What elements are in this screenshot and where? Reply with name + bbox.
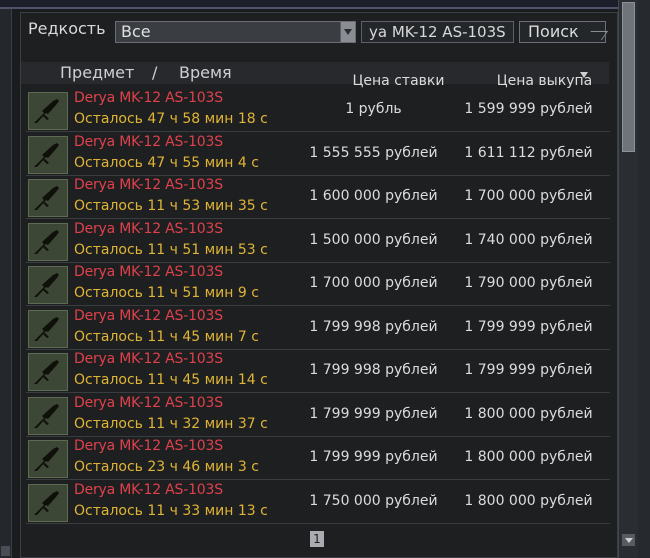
column-buyout-price[interactable]: Цена выкупа bbox=[467, 73, 622, 89]
table-header: Предмет / Время Цена ставки Цена выкупа bbox=[21, 62, 609, 89]
buyout-price: 1 799 999 рублей bbox=[464, 362, 593, 378]
buyout-price: 1 740 000 рублей bbox=[464, 231, 593, 248]
item-name[interactable]: Derya MK-12 AS-103S bbox=[74, 177, 223, 193]
time-remaining: Осталось 11 ч 51 мин 53 с bbox=[74, 241, 268, 258]
buyout-price: 1 800 000 рублей bbox=[464, 449, 593, 465]
rarity-select[interactable]: Все bbox=[115, 21, 356, 43]
time-remaining: Осталось 47 ч 55 мин 4 с bbox=[74, 154, 259, 171]
table-row[interactable]: Derya MK-12 AS-103S Осталось 47 ч 55 мин … bbox=[26, 134, 610, 176]
item-name[interactable]: Derya MK-12 AS-103S bbox=[74, 482, 223, 498]
buyout-price: 1 599 999 рублей bbox=[464, 101, 593, 117]
scrollbar-thumb[interactable] bbox=[622, 2, 635, 152]
time-remaining: Осталось 11 ч 51 мин 9 с bbox=[74, 285, 259, 301]
item-name[interactable]: Derya MK-12 AS-103S bbox=[74, 90, 223, 106]
time-remaining: Осталось 11 ч 45 мин 7 с bbox=[74, 328, 259, 345]
buyout-price: 1 800 000 рублей bbox=[464, 492, 593, 509]
bid-price: 1 799 998 рублей bbox=[309, 362, 438, 378]
time-remaining: Осталось 11 ч 45 мин 14 с bbox=[74, 372, 268, 388]
bid-price: 1 600 000 рублей bbox=[309, 188, 438, 204]
rifle-icon bbox=[28, 309, 68, 348]
scroll-down-arrow-icon[interactable] bbox=[622, 534, 635, 546]
right-scrollbar[interactable] bbox=[618, 0, 638, 558]
bid-price: 1 799 999 рублей bbox=[309, 405, 438, 422]
rifle-icon bbox=[28, 440, 68, 478]
window-top-bar bbox=[0, 0, 650, 9]
table-row[interactable]: Derya MK-12 AS-103S Осталось 23 ч 46 мин … bbox=[26, 438, 610, 480]
column-separator: / bbox=[152, 63, 158, 82]
column-bid-price[interactable]: Цена ставки bbox=[326, 73, 471, 89]
rifle-icon bbox=[28, 483, 68, 522]
table-row[interactable]: Derya MK-12 AS-103S Осталось 11 ч 33 мин … bbox=[26, 482, 610, 524]
sort-desc-icon[interactable] bbox=[580, 72, 588, 78]
table-row[interactable]: Derya MK-12 AS-103S Осталось 11 ч 32 мин … bbox=[26, 395, 610, 437]
column-time[interactable]: Время bbox=[179, 63, 232, 82]
rifle-icon bbox=[28, 92, 68, 130]
table-row[interactable]: Derya MK-12 AS-103S Осталось 11 ч 45 мин … bbox=[26, 308, 610, 350]
bid-price: 1 799 998 рублей bbox=[309, 318, 438, 335]
rifle-icon bbox=[28, 222, 68, 261]
buyout-price: 1 700 000 рублей bbox=[464, 188, 593, 204]
table-row[interactable]: Derya MK-12 AS-103S Осталось 11 ч 45 мин … bbox=[26, 351, 610, 393]
column-item[interactable]: Предмет bbox=[60, 63, 134, 82]
buyout-price: 1 799 999 рублей bbox=[464, 318, 593, 335]
bid-price: 1 500 000 рублей bbox=[309, 231, 438, 248]
search-input[interactable]: ya MK-12 AS-103S bbox=[361, 21, 514, 43]
time-remaining: Осталось 11 ч 33 мин 13 с bbox=[74, 502, 268, 519]
rifle-icon bbox=[28, 396, 68, 435]
bid-price: 1 700 000 рублей bbox=[309, 275, 438, 291]
item-name[interactable]: Derya MK-12 AS-103S bbox=[74, 221, 223, 237]
buyout-price: 1 611 112 рублей bbox=[464, 144, 593, 161]
item-name[interactable]: Derya MK-12 AS-103S bbox=[74, 438, 223, 454]
time-remaining: Осталось 23 ч 46 мин 3 с bbox=[74, 459, 259, 475]
rifle-icon bbox=[28, 135, 68, 174]
bid-price: 1 555 555 рублей bbox=[309, 144, 438, 161]
table-row[interactable]: Derya MK-12 AS-103S Осталось 11 ч 51 мин … bbox=[26, 221, 610, 263]
item-name[interactable]: Derya MK-12 AS-103S bbox=[74, 134, 223, 150]
time-remaining: Осталось 47 ч 58 мин 18 с bbox=[74, 111, 268, 127]
buyout-price: 1 790 000 рублей bbox=[464, 275, 593, 291]
table-row[interactable]: Derya MK-12 AS-103S Осталось 11 ч 51 мин … bbox=[26, 264, 610, 306]
rifle-icon bbox=[28, 266, 68, 304]
rifle-icon bbox=[28, 179, 68, 217]
left-scroll-arrow-icon[interactable] bbox=[1, 546, 10, 556]
bid-price: 1 750 000 рублей bbox=[309, 492, 438, 509]
search-button[interactable]: Поиск bbox=[519, 21, 606, 43]
rifle-icon bbox=[28, 353, 68, 391]
item-name[interactable]: Derya MK-12 AS-103S bbox=[74, 395, 223, 411]
time-remaining: Осталось 11 ч 53 мин 35 с bbox=[74, 198, 268, 214]
time-remaining: Осталось 11 ч 32 мин 37 с bbox=[74, 415, 268, 432]
left-scrollbar[interactable] bbox=[0, 9, 12, 558]
buyout-price: 1 800 000 рублей bbox=[464, 405, 593, 422]
window-edge bbox=[638, 0, 650, 558]
auction-list: Derya MK-12 AS-103S Осталось 47 ч 58 мин … bbox=[26, 90, 610, 526]
bid-price: 1 рубль bbox=[345, 101, 402, 117]
page-number-button[interactable]: 1 bbox=[310, 531, 324, 547]
item-name[interactable]: Derya MK-12 AS-103S bbox=[74, 351, 223, 367]
chevron-down-icon[interactable] bbox=[340, 22, 355, 42]
table-row[interactable]: Derya MK-12 AS-103S Осталось 47 ч 58 мин … bbox=[26, 90, 610, 132]
rarity-label: Редкость bbox=[28, 19, 106, 38]
table-row[interactable]: Derya MK-12 AS-103S Осталось 11 ч 53 мин … bbox=[26, 177, 610, 219]
item-name[interactable]: Derya MK-12 AS-103S bbox=[74, 308, 223, 324]
bid-price: 1 799 999 рублей bbox=[309, 449, 438, 465]
rarity-select-value: Все bbox=[121, 22, 151, 41]
item-name[interactable]: Derya MK-12 AS-103S bbox=[74, 264, 223, 280]
